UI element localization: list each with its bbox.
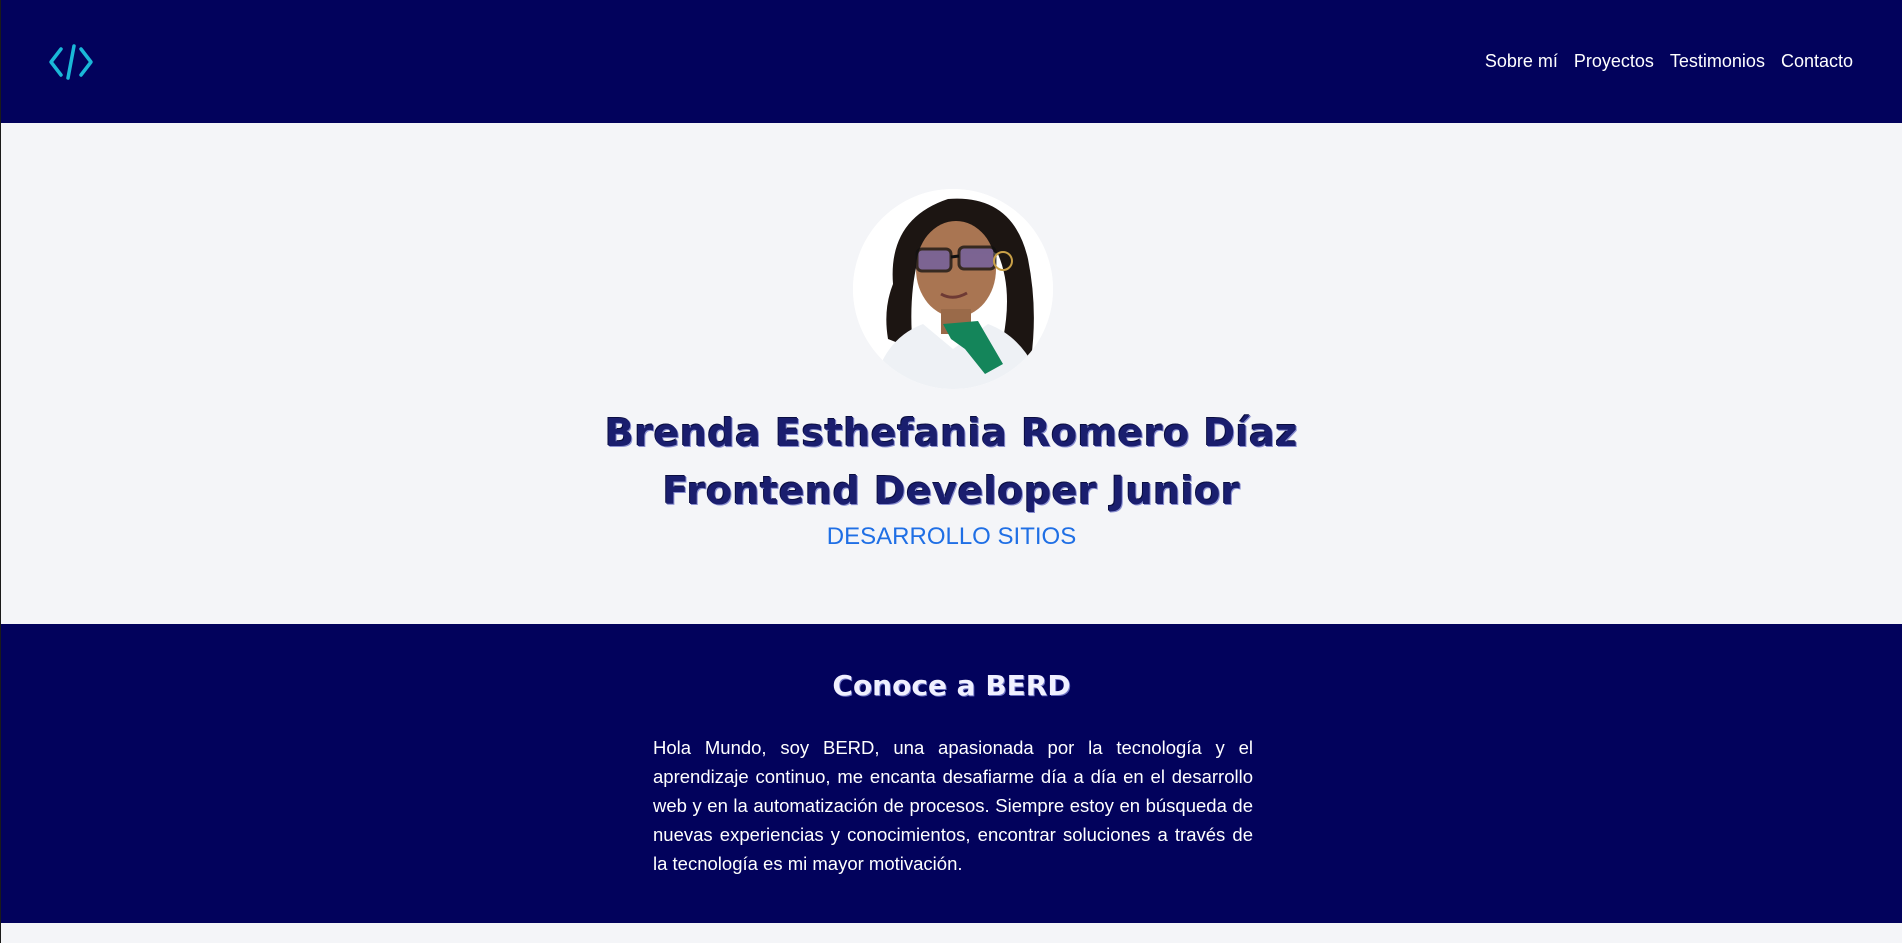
portfolio-page: Sobre mí Proyectos Testimonios Contacto	[0, 0, 1902, 943]
nav-link-sobre-mi[interactable]: Sobre mí	[1485, 49, 1558, 73]
next-section-strip	[1, 923, 1902, 943]
nav-link-testimonios[interactable]: Testimonios	[1670, 49, 1765, 73]
profile-avatar	[853, 189, 1053, 389]
profile-photo	[853, 189, 1053, 389]
code-brackets-icon[interactable]	[48, 44, 94, 80]
hero-role: Frontend Developer Junior	[662, 469, 1241, 513]
hero-subtitle: DESARROLLO SITIOS	[826, 523, 1077, 550]
about-text: Hola Mundo, soy BERD, una apasionada por…	[653, 737, 1253, 874]
hero-name: Brenda Esthefania Romero Díaz	[605, 411, 1298, 455]
nav-link-contacto[interactable]: Contacto	[1781, 49, 1853, 73]
site-header: Sobre mí Proyectos Testimonios Contacto	[1, 0, 1902, 123]
main-nav: Sobre mí Proyectos Testimonios Contacto	[1485, 49, 1853, 73]
nav-link-proyectos[interactable]: Proyectos	[1574, 49, 1654, 73]
about-section: Conoce a BERD Hola Mundo, soy BERD, una …	[1, 624, 1902, 923]
about-title: Conoce a BERD	[832, 669, 1071, 702]
hero-section: Brenda Esthefania Romero Díaz Frontend D…	[1, 123, 1902, 624]
